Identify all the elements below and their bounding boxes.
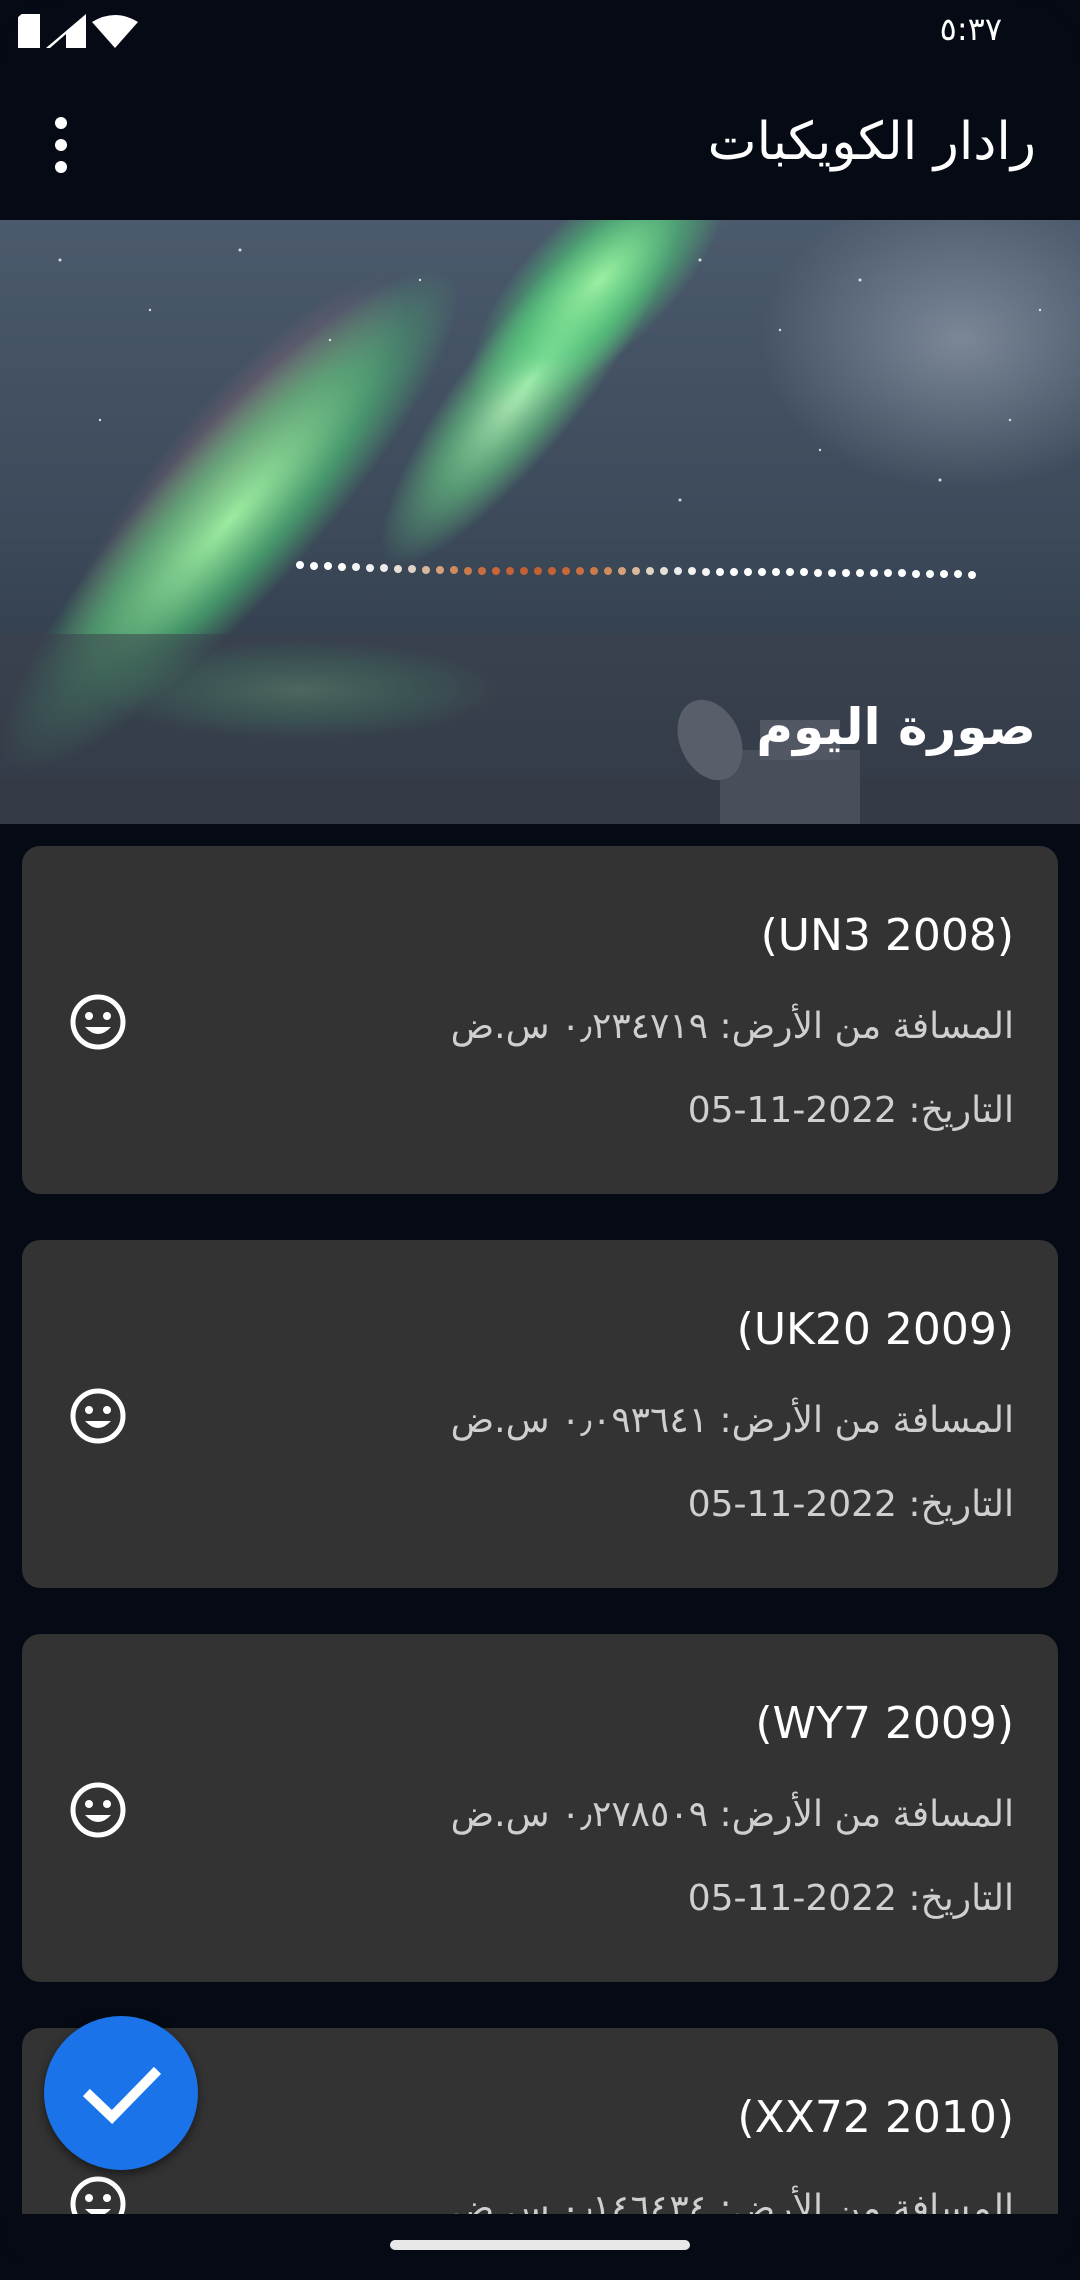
asteroid-date: التاريخ: 2022-11-05	[687, 1484, 1014, 1525]
asteroid-card[interactable]: (WY7 2009) المسافة من الأرض: ٠٫٢٧٨٥٠٩ س.…	[22, 1634, 1058, 1982]
asteroid-card[interactable]: (UN3 2008) المسافة من الأرض: ٠٫٢٣٤٧١٩ س.…	[22, 846, 1058, 1194]
asteroid-name: (UK20 2009)	[736, 1304, 1014, 1355]
asteroid-distance: المسافة من الأرض: ٠٫٢٣٤٧١٩ س.ض	[450, 1006, 1014, 1047]
asteroid-name: (XX72 2010)	[737, 2092, 1014, 2143]
signal-bar-icon	[18, 14, 40, 48]
image-of-the-day[interactable]: صورة اليوم	[0, 220, 1080, 824]
asteroid-name: (UN3 2008)	[760, 910, 1014, 961]
app-title: رادار الكويكبات	[707, 112, 1036, 172]
home-gesture-handle[interactable]	[390, 2240, 690, 2250]
asteroid-date: التاريخ: 2022-11-05	[687, 1090, 1014, 1131]
screen: ٥:٣٧ رادار الكويكبات صورة اليوم (UN3 200…	[0, 0, 1080, 2280]
hero-title: صورة اليوم	[756, 698, 1036, 756]
smiley-face-icon	[70, 994, 126, 1050]
confirm-fab-button[interactable]	[44, 2016, 198, 2170]
more-vert-icon	[55, 117, 67, 173]
wifi-icon	[92, 15, 138, 48]
smiley-face-icon	[70, 1388, 126, 1444]
more-options-button[interactable]	[36, 110, 86, 180]
asteroid-distance: المسافة من الأرض: ٠٫٢٧٨٥٠٩ س.ض	[450, 1794, 1014, 1835]
status-icons	[18, 14, 138, 48]
asteroid-distance: المسافة من الأرض: ٠٫٠٩٣٦٤١ س.ض	[450, 1400, 1014, 1441]
app-bar: رادار الكويكبات	[0, 66, 1080, 220]
status-time: ٥:٣٧	[939, 10, 1002, 48]
cellular-signal-icon	[46, 14, 86, 48]
asteroid-date: التاريخ: 2022-11-05	[687, 1878, 1014, 1919]
status-bar: ٥:٣٧	[0, 0, 1080, 66]
asteroid-card[interactable]: (UK20 2009) المسافة من الأرض: ٠٫٠٩٣٦٤١ س…	[22, 1240, 1058, 1588]
check-icon	[82, 2066, 162, 2125]
smiley-face-icon	[70, 1782, 126, 1838]
asteroid-name: (WY7 2009)	[755, 1698, 1014, 1749]
